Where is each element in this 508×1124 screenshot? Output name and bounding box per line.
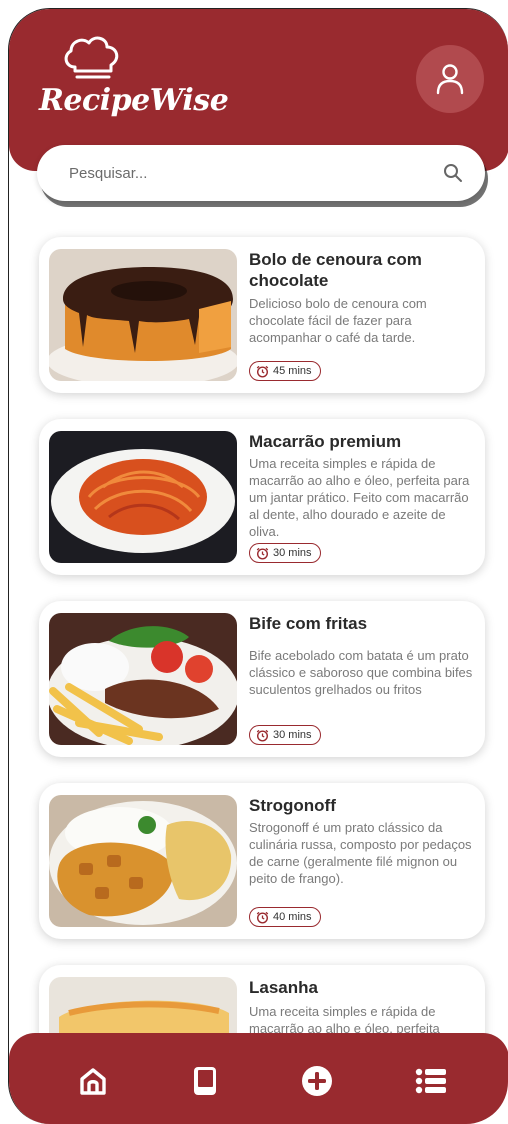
- recipe-title: Macarrão premium: [249, 432, 402, 451]
- nav-add[interactable]: [297, 1061, 337, 1101]
- profile-button[interactable]: [416, 45, 484, 113]
- app-logo-text: RecipeWise: [39, 83, 229, 118]
- alarm-clock-icon: [256, 365, 269, 378]
- search-input[interactable]: [69, 164, 443, 182]
- recipe-title: Lasanha: [249, 978, 318, 997]
- chef-hat-icon: [64, 36, 119, 79]
- search-bar: [37, 145, 485, 201]
- recipe-description: Strogonoff é um prato clássico da culiná…: [249, 820, 472, 886]
- book-icon: [194, 1067, 216, 1095]
- recipe-description: Uma receita simples e rápida de macarrão…: [249, 1004, 440, 1036]
- nav-list[interactable]: [411, 1061, 451, 1101]
- time-label: 30 mins: [273, 547, 312, 559]
- time-label: 40 mins: [273, 911, 312, 923]
- recipe-card[interactable]: Bolo de cenoura com chocolate Delicioso …: [39, 237, 485, 393]
- recipe-description: Uma receita simples e rápida de macarrão…: [249, 456, 470, 539]
- recipe-description: Bife acebolado com batata é um prato clá…: [249, 648, 473, 697]
- alarm-clock-icon: [256, 547, 269, 560]
- home-icon: [80, 1068, 106, 1095]
- time-badge: 30 mins: [249, 543, 321, 563]
- time-label: 45 mins: [273, 365, 312, 377]
- alarm-clock-icon: [256, 911, 269, 924]
- recipe-title: Bolo de cenoura com chocolate: [249, 250, 422, 290]
- recipe-description: Delicioso bolo de cenoura com chocolate …: [249, 296, 427, 345]
- nav-recipes[interactable]: [185, 1061, 225, 1101]
- nav-home[interactable]: [73, 1061, 113, 1101]
- recipe-title: Bife com fritas: [249, 614, 368, 633]
- strogonoff-photo: [49, 795, 237, 927]
- list-icon: [415, 1068, 446, 1094]
- search-icon[interactable]: [443, 163, 463, 183]
- time-badge: 45 mins: [249, 361, 321, 381]
- bottom-navigation: [9, 1033, 508, 1124]
- recipe-card[interactable]: Bife com fritas Bife acebolado com batat…: [39, 601, 485, 757]
- cake-photo: [49, 249, 237, 381]
- recipe-card[interactable]: Macarrão premium Uma receita simples e r…: [39, 419, 485, 575]
- recipe-card[interactable]: Strogonoff Strogonoff é um prato clássic…: [39, 783, 485, 939]
- user-icon: [436, 64, 464, 95]
- time-label: 30 mins: [273, 729, 312, 741]
- spaghetti-photo: [49, 431, 237, 563]
- steak-fries-photo: [49, 613, 237, 745]
- time-badge: 40 mins: [249, 907, 321, 927]
- recipe-title: Strogonoff: [249, 796, 336, 815]
- alarm-clock-icon: [256, 729, 269, 742]
- time-badge: 30 mins: [249, 725, 321, 745]
- app-screen: RecipeWise Pesquisar... Bolo de cenoura …: [8, 8, 508, 1124]
- add-circle-icon: [302, 1066, 332, 1096]
